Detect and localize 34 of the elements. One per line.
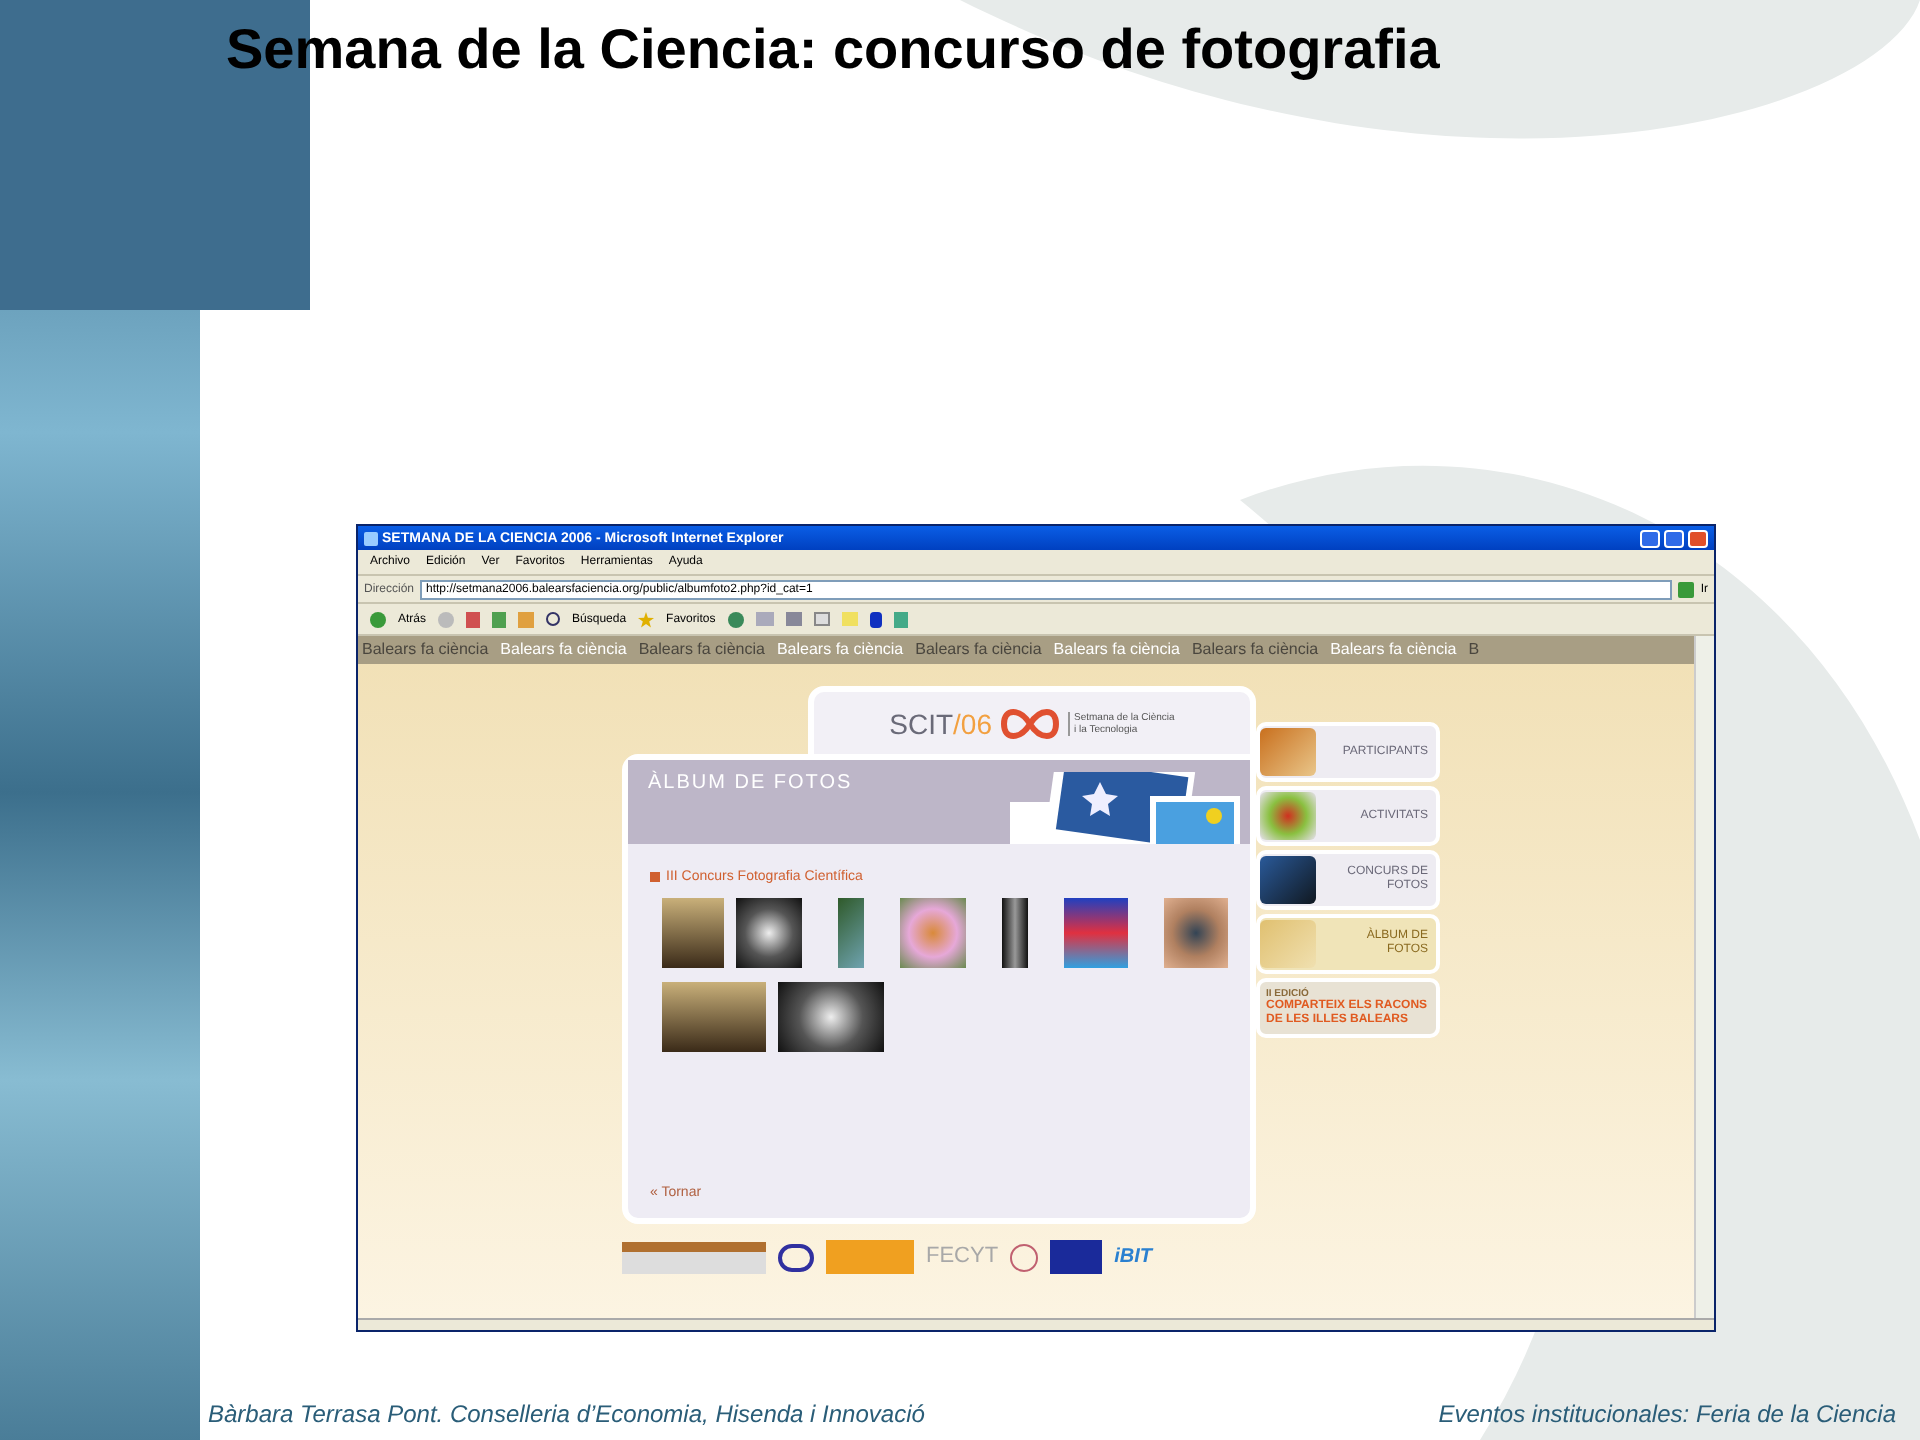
banner-text: Balears fa ciència — [1053, 640, 1180, 660]
fecyt-logo: FECYT — [926, 1244, 999, 1270]
banner-text: B — [1468, 640, 1480, 660]
banner-text: Balears fa ciència — [638, 640, 765, 660]
bullet-icon — [650, 872, 660, 882]
search-icon[interactable] — [546, 612, 561, 626]
banner-text: Balears fa ciència — [915, 640, 1042, 660]
photo-placeholder[interactable] — [1163, 898, 1229, 968]
scrollbar[interactable] — [1694, 636, 1714, 1318]
photo-placeholder[interactable] — [662, 982, 766, 1052]
nav-picture-icon — [1260, 728, 1316, 776]
nav-picture-icon — [1260, 920, 1316, 968]
photo-placeholder[interactable] — [736, 898, 802, 968]
banner-text: Balears fa ciència — [362, 640, 489, 660]
banner-text: Balears fa ciència — [1191, 640, 1319, 660]
photo-placeholder[interactable] — [1001, 898, 1028, 968]
star-icon[interactable] — [638, 611, 655, 627]
ibit-logo: iBIT — [1114, 1245, 1152, 1269]
photo-placeholder[interactable] — [837, 898, 865, 968]
maximize-button[interactable] — [1664, 529, 1684, 547]
close-button[interactable] — [1688, 529, 1708, 547]
photo-placeholder[interactable] — [778, 982, 884, 1052]
nav-picture-icon — [1260, 792, 1316, 840]
logo-name: SCIT/06 — [889, 707, 993, 739]
minimize-button[interactable] — [1640, 529, 1660, 547]
infinity-logo-icon — [1000, 707, 1061, 739]
nav-picture-icon — [1260, 856, 1316, 904]
panel-title: ÀLBUM DE FOTOS — [648, 772, 853, 796]
footer-event: Eventos institucionales: Feria de la Ciencia — [1438, 1400, 1896, 1428]
banner-text: Balears fa ciència — [500, 640, 627, 660]
banner-text: Balears fa ciència — [1330, 640, 1457, 660]
footer-author: Bàrbara Terrasa Pont. Conselleria d’Economia, Hisenda i Innovació — [208, 1400, 925, 1428]
banner-text: Balears fa ciència — [776, 640, 904, 660]
photo-placeholder[interactable] — [662, 898, 725, 968]
